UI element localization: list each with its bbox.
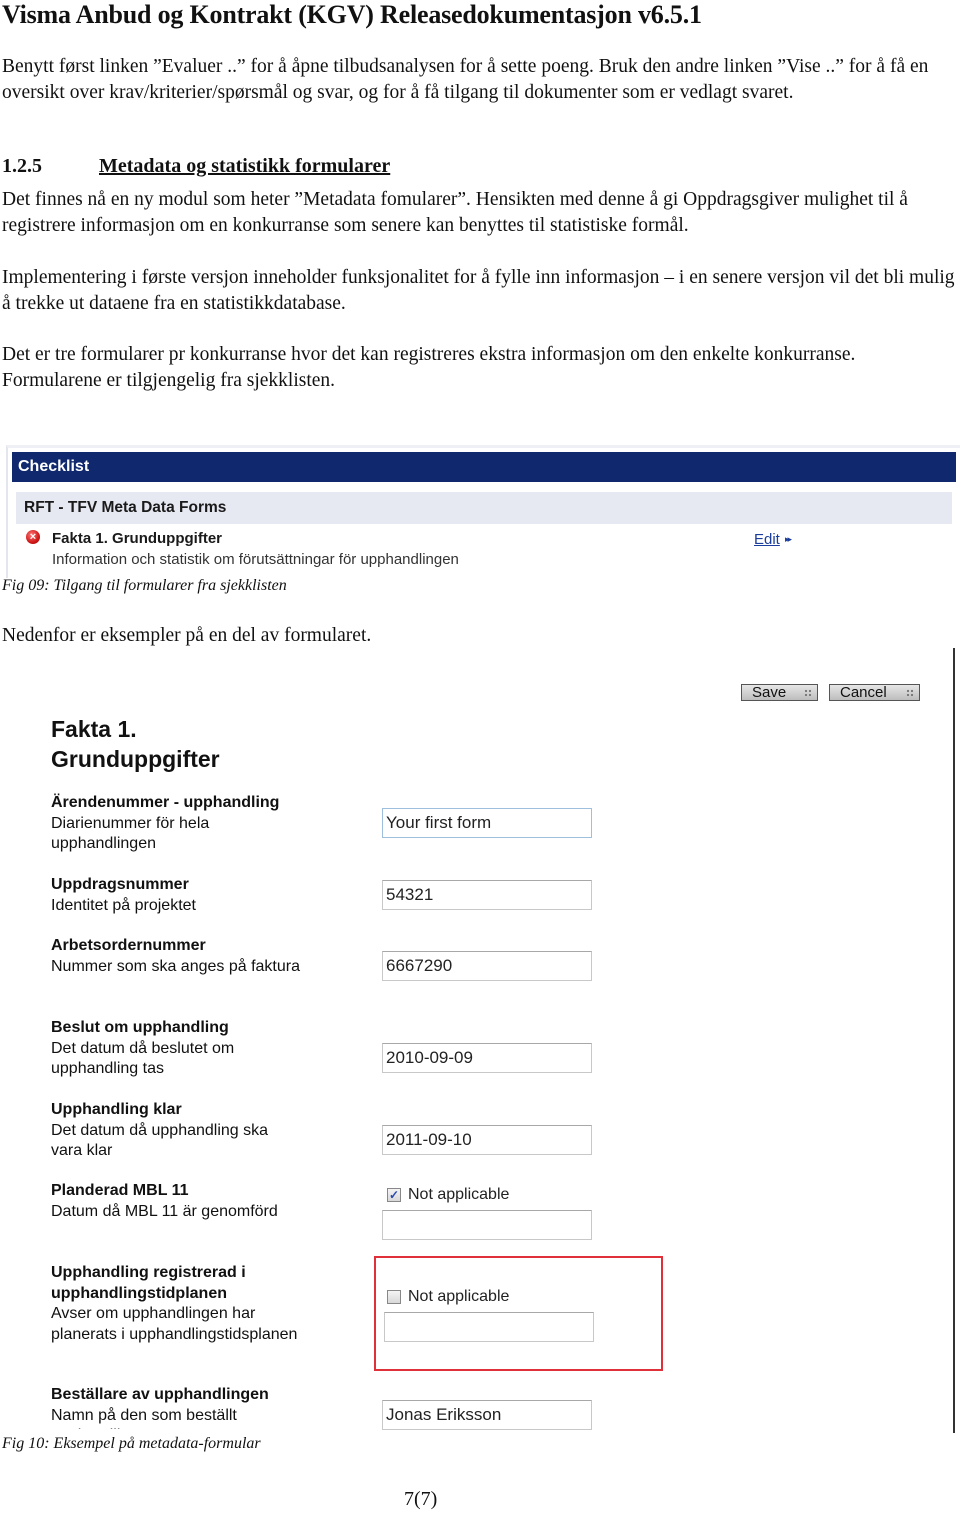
grip-icon bbox=[906, 689, 914, 697]
checklist-item-title: Fakta 1. Grunduppgifter bbox=[52, 530, 223, 547]
section-heading: 1.2.5 Metadata og statistikk formularer bbox=[2, 155, 390, 178]
registrerad-not-applicable-checkbox[interactable] bbox=[387, 1290, 401, 1304]
field-title: Beställare av upphandlingen bbox=[51, 1386, 269, 1403]
field-help: Diarienummer för hela upphandlingen bbox=[51, 814, 210, 853]
field-title: Beslut om upphandling bbox=[51, 1019, 229, 1036]
edit-link[interactable]: Edit bbox=[754, 531, 780, 548]
paragraph-4: Nedenfor er eksempler på en del av formu… bbox=[2, 625, 372, 646]
fig09-caption: Fig 09: Tilgang til formularer fra sjekk… bbox=[2, 577, 287, 594]
field-label-uppdragsnummer: Uppdragsnummer Identitet på projektet bbox=[51, 875, 301, 916]
field-help: Nummer som ska anges på faktura bbox=[51, 957, 300, 975]
mbl11-date-input[interactable] bbox=[382, 1210, 592, 1240]
section-number: 1.2.5 bbox=[2, 155, 42, 177]
checklist-panel: Checklist RFT - TFV Meta Data Forms × Fa… bbox=[6, 445, 960, 578]
paragraph-1: Det finnes nå en ny modul som heter ”Met… bbox=[2, 189, 908, 236]
arendenummer-input[interactable]: Your first form bbox=[382, 808, 592, 838]
field-label-beslut: Beslut om upphandling Det datum då beslu… bbox=[51, 1018, 301, 1080]
field-help: Det datum då beslutet om upphandling tas bbox=[51, 1039, 235, 1078]
checklist-header: Checklist bbox=[12, 452, 956, 482]
double-arrow-right-icon: ▸▸ bbox=[785, 534, 792, 544]
fig10-caption: Fig 10: Eksempel på metadata-formular bbox=[2, 1435, 261, 1452]
field-title: Arbetsordernummer bbox=[51, 937, 206, 954]
mbl11-not-applicable-checkbox[interactable]: ✓ bbox=[387, 1188, 401, 1202]
form-title-line2: Grunduppgifter bbox=[51, 746, 220, 772]
page-number: 7(7) bbox=[404, 1488, 438, 1510]
field-help: Avser om upphandlingen har planerats i u… bbox=[51, 1305, 298, 1343]
document-title: Visma Anbud og Kontrakt (KGV) Releasedok… bbox=[2, 0, 702, 29]
intro-paragraph: Benytt først linken ”Evaluer ..” for å å… bbox=[2, 56, 929, 103]
checklist-item-description: Information och statistik om förutsättni… bbox=[52, 551, 459, 568]
frame-border bbox=[953, 648, 955, 1433]
save-button[interactable]: Save bbox=[741, 684, 818, 701]
save-button-label: Save bbox=[752, 684, 787, 701]
upphandling-klar-date-input[interactable]: 2011-09-10 bbox=[382, 1125, 592, 1155]
arbetsordernummer-input[interactable]: 6667290 bbox=[382, 951, 592, 981]
error-x-icon: × bbox=[26, 530, 40, 544]
field-help: Datum då MBL 11 är genomförd bbox=[51, 1202, 278, 1220]
field-label-registrerad: Upphandling registrerad i upphandlingsti… bbox=[51, 1263, 301, 1345]
checkbox-label: Not applicable bbox=[408, 1186, 510, 1203]
field-label-bestallare: Beställare av upphandlingen Namn på den … bbox=[51, 1385, 301, 1429]
form-title-line1: Fakta 1. bbox=[51, 716, 137, 742]
grip-icon bbox=[804, 689, 812, 697]
field-label-arbetsordernummer: Arbetsordernummer Nummer som ska anges p… bbox=[51, 936, 301, 977]
field-label-mbl11: Planderad MBL 11 Datum då MBL 11 är geno… bbox=[51, 1181, 301, 1222]
section-title: Metadata og statistikk formularer bbox=[99, 155, 391, 177]
form-title: Fakta 1. Grunduppgifter bbox=[51, 714, 220, 774]
checkmark-icon: ✓ bbox=[388, 1188, 400, 1202]
registrerad-input[interactable] bbox=[384, 1312, 594, 1342]
beslut-date-input[interactable]: 2010-09-09 bbox=[382, 1043, 592, 1073]
uppdragsnummer-input[interactable]: 54321 bbox=[382, 880, 592, 910]
checkbox-label: Not applicable bbox=[408, 1288, 510, 1305]
paragraph-3: Det er tre formularer pr konkurranse hvo… bbox=[2, 344, 856, 391]
field-help: Identitet på projektet bbox=[51, 896, 196, 914]
field-title: Ärendenummer - upphandling bbox=[51, 794, 280, 811]
field-help: Namn på den som beställt upphandlingen bbox=[51, 1406, 237, 1430]
checklist-group: RFT - TFV Meta Data Forms bbox=[16, 492, 952, 524]
field-title: Upphandling registrerad i upphandlingsti… bbox=[51, 1264, 246, 1302]
field-title: Uppdragsnummer bbox=[51, 876, 189, 893]
field-label-arendenummer: Ärendenummer - upphandling Diarienummer … bbox=[51, 793, 301, 855]
field-label-upphandling-klar: Upphandling klar Det datum då upphandlin… bbox=[51, 1100, 301, 1162]
bestallare-input[interactable]: Jonas Eriksson bbox=[382, 1400, 592, 1430]
cancel-button[interactable]: Cancel bbox=[829, 684, 920, 701]
field-title: Planderad MBL 11 bbox=[51, 1182, 189, 1199]
field-help: Det datum då upphandling ska vara klar bbox=[51, 1121, 269, 1160]
cancel-button-label: Cancel bbox=[840, 684, 887, 701]
paragraph-2: Implementering i første versjon innehold… bbox=[2, 267, 955, 314]
field-title: Upphandling klar bbox=[51, 1101, 182, 1118]
